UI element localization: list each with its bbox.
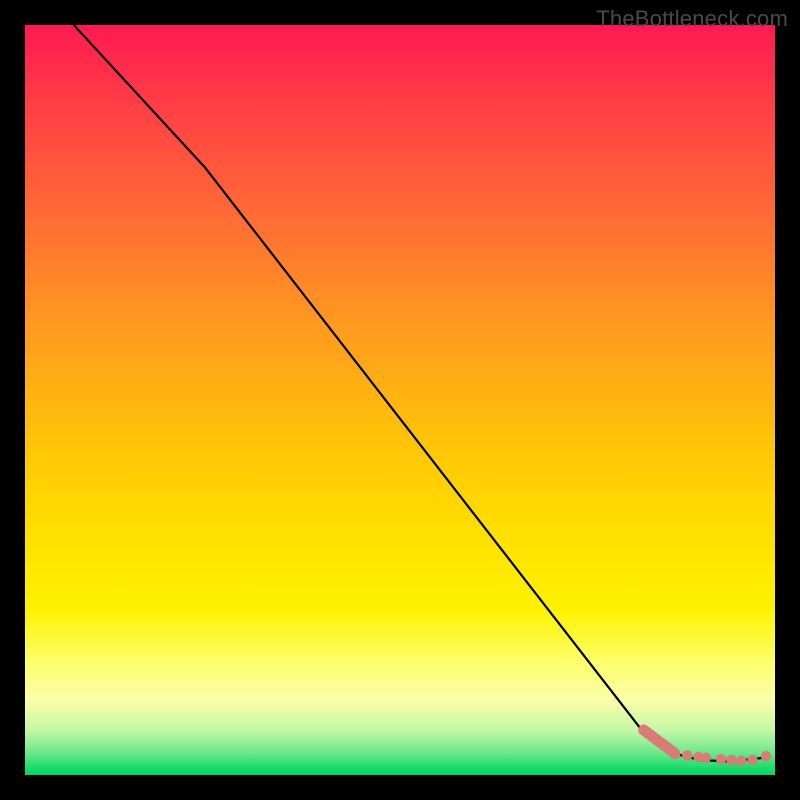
highlight-dot [736,756,746,766]
highlight-segment [644,730,674,753]
highlight-dot [726,755,736,765]
highlight-dot [701,753,711,763]
highlight-dot [670,749,680,759]
highlight-dot [716,754,726,764]
main-curve-line [74,25,764,762]
highlight-dot [747,755,757,765]
chart-svg [25,25,775,775]
highlight-dot [682,750,692,760]
highlight-dot [761,751,771,761]
chart-plot-area [25,25,775,775]
highlight-dots [670,749,771,766]
attribution-label: TheBottleneck.com [596,6,788,32]
